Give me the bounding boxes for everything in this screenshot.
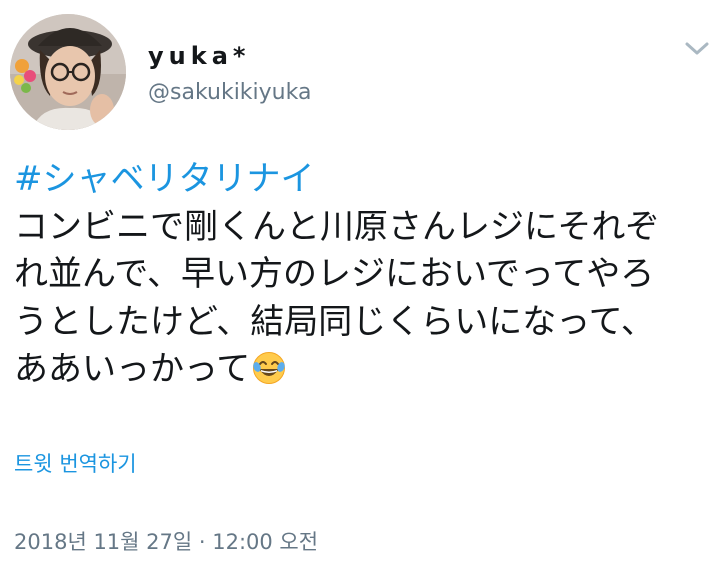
tweet-text-line: れ並んで、早い方のレジにおいでってやろ bbox=[14, 254, 655, 294]
hashtag-link[interactable]: #シャベリタリナイ bbox=[14, 156, 714, 204]
profile-photo-icon bbox=[10, 14, 126, 130]
user-handle[interactable]: @sakukikiyuka bbox=[148, 80, 311, 105]
translate-tweet-link[interactable]: 트윗 번역하기 bbox=[14, 448, 137, 478]
tweet-text-line: うとしたけど、結局同じくらいになって、 bbox=[14, 301, 655, 342]
avatar[interactable] bbox=[10, 14, 126, 130]
display-name[interactable]: yuka* bbox=[148, 42, 250, 70]
laughing-face-icon bbox=[252, 351, 286, 385]
timestamp[interactable]: 2018년 11월 27일 · 12:00 오전 bbox=[14, 526, 318, 556]
chevron-down-icon[interactable] bbox=[682, 36, 712, 62]
tweet-text-line-content: ああいっかって bbox=[14, 349, 251, 389]
tweet-text: #シャベリタリナイ コンビニで剛くんと川原さんレジにそれぞ れ並んで、早い方のレ… bbox=[14, 156, 714, 394]
tweet-text-line: コンビニで剛くんと川原さんレジにそれぞ bbox=[14, 206, 660, 247]
tweet-text-line-last: ああいっかって bbox=[14, 346, 714, 394]
tweet-card: yuka* @sakukikiyuka #シャベリタリナイ コンビニで剛くんと川… bbox=[0, 0, 720, 565]
